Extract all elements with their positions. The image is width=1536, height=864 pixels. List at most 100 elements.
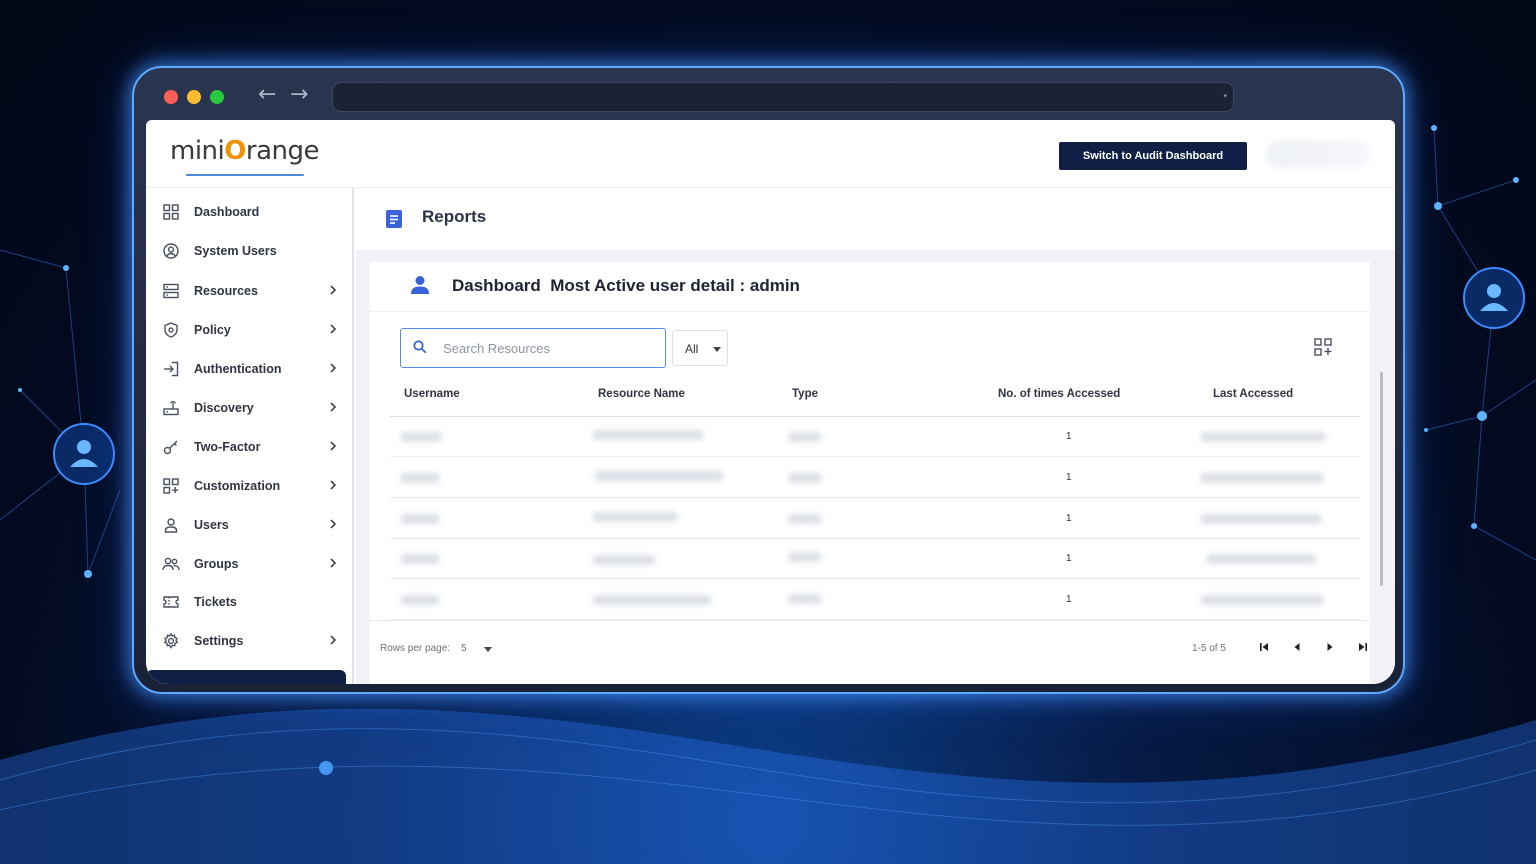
next-page-button[interactable]	[1321, 638, 1339, 656]
times-accessed-cell: 1	[1066, 431, 1072, 442]
user-circle-icon	[162, 242, 180, 260]
table-scrollbar[interactable]	[1380, 372, 1383, 586]
sidebar-item-tickets[interactable]: Tickets	[146, 584, 352, 620]
column-header-type[interactable]: Type	[792, 388, 818, 400]
switch-to-audit-dashboard-button[interactable]: Switch to Audit Dashboard	[1059, 142, 1247, 170]
previous-page-button[interactable]	[1288, 638, 1306, 656]
sidebar-item-groups[interactable]: Groups	[146, 546, 352, 582]
sidebar-item-settings[interactable]: Settings	[146, 623, 352, 659]
chevron-right-icon[interactable]	[326, 400, 340, 414]
redacted-type	[788, 552, 822, 562]
redacted-last-accessed	[1200, 595, 1324, 605]
ticket-icon	[162, 593, 180, 611]
card-title: Dashboard Most Active user detail : admi…	[452, 276, 800, 295]
rows-per-page-label: Rows per page:	[380, 643, 451, 654]
chevron-right-icon[interactable]	[326, 361, 340, 375]
sidebar-item-system-users[interactable]: System Users	[146, 233, 352, 269]
app-viewport: miniOrange Switch to Audit Dashboard Das…	[146, 120, 1395, 684]
table-row[interactable]: 1	[390, 417, 1360, 457]
arrow-left-icon[interactable]: ←	[258, 82, 276, 107]
redacted-last-accessed	[1200, 514, 1322, 524]
miniorange-logo[interactable]: miniOrange	[170, 136, 319, 166]
chevron-right-icon[interactable]	[326, 517, 340, 531]
column-header-times-accessed[interactable]: No. of times Accessed	[998, 388, 1120, 400]
table-row[interactable]: 1	[390, 458, 1360, 498]
sidebar-item-label: Users	[194, 518, 229, 532]
sidebar-item-label: Dashboard	[194, 205, 260, 219]
grid-plus-icon	[162, 477, 180, 495]
table-row[interactable]: 1	[390, 499, 1360, 539]
column-header-username[interactable]: Username	[404, 388, 460, 400]
sidebar-item-two-factor[interactable]: Two-Factor	[146, 429, 352, 465]
add-widget-icon[interactable]	[1314, 338, 1332, 356]
sidebar-item-label: Policy	[194, 323, 231, 337]
redacted-type	[788, 432, 822, 442]
redacted-username	[400, 514, 440, 524]
report-document-icon	[386, 210, 402, 228]
maximize-window-button[interactable]	[210, 90, 224, 104]
table-row[interactable]: 1	[390, 539, 1360, 579]
redacted-username	[400, 432, 442, 442]
sidebar-item-policy[interactable]: Policy	[146, 312, 352, 348]
redacted-resource-name	[592, 430, 704, 440]
sidebar-item-dashboard[interactable]: Dashboard	[146, 194, 352, 230]
last-page-icon	[1359, 643, 1367, 651]
sidebar-item-label: Discovery	[194, 401, 254, 415]
sidebar-item-label: Resources	[194, 284, 258, 298]
sidebar-item-label: Tickets	[194, 595, 237, 609]
arrow-right-icon[interactable]: →	[290, 82, 308, 107]
shield-icon	[162, 321, 180, 339]
times-accessed-cell: 1	[1066, 472, 1072, 483]
sidebar-item-customization[interactable]: Customization	[146, 468, 352, 504]
pagination-bar: Rows per page: 5 1-5 of 5	[370, 620, 1370, 670]
user-profile-menu[interactable]	[1266, 140, 1371, 168]
caret-down-icon[interactable]	[484, 647, 492, 652]
redacted-last-accessed	[1200, 432, 1326, 442]
redacted-resource-name	[592, 555, 656, 565]
sidebar-item-users[interactable]: Users	[146, 507, 352, 543]
logo-suffix: range	[245, 136, 320, 166]
sidebar-item-authentication[interactable]: Authentication	[146, 351, 352, 387]
table-row[interactable]: 1	[390, 580, 1360, 620]
sidebar-item-resources[interactable]: Resources	[146, 273, 352, 309]
app-header: miniOrange Switch to Audit Dashboard	[146, 120, 1395, 188]
sidebar-item-discovery[interactable]: Discovery	[146, 390, 352, 426]
server-icon	[162, 282, 180, 300]
column-header-last-accessed[interactable]: Last Accessed	[1213, 388, 1293, 400]
minimize-window-button[interactable]	[187, 90, 201, 104]
address-bar[interactable]: ▾	[332, 82, 1234, 112]
type-filter-select[interactable]: All	[672, 330, 728, 366]
first-page-button[interactable]	[1255, 638, 1273, 656]
sidebar-item-label: Two-Factor	[194, 440, 261, 454]
user-icon	[162, 516, 180, 534]
redacted-username	[400, 473, 440, 483]
logo-prefix: mini	[170, 136, 225, 166]
redacted-last-accessed	[1206, 554, 1316, 564]
chevron-right-icon[interactable]	[326, 478, 340, 492]
login-icon	[162, 360, 180, 378]
close-window-button[interactable]	[164, 90, 178, 104]
chevron-right-icon[interactable]	[326, 322, 340, 336]
chevron-right-icon[interactable]	[326, 633, 340, 647]
chevron-right-icon[interactable]	[326, 283, 340, 297]
previous-page-icon	[1294, 643, 1300, 651]
first-page-icon	[1260, 643, 1268, 651]
column-header-resource-name[interactable]: Resource Name	[598, 388, 685, 400]
sidebar-item-label: System Users	[194, 244, 277, 258]
chevron-right-icon[interactable]	[326, 556, 340, 570]
sidebar-item-label: Groups	[194, 557, 239, 571]
browser-window: ← → ▾ miniOrange Switch to Audit Dashboa…	[132, 66, 1405, 694]
search-input[interactable]	[443, 338, 653, 358]
rows-per-page-select[interactable]: 5	[461, 643, 467, 654]
redacted-resource-name	[592, 595, 712, 605]
redacted-type	[788, 514, 822, 524]
address-bar-dropdown-icon[interactable]: ▾	[1223, 92, 1227, 100]
chevron-right-icon[interactable]	[326, 439, 340, 453]
redacted-username	[400, 595, 440, 605]
filter-selected-value: All	[685, 342, 699, 356]
last-page-button[interactable]	[1354, 638, 1372, 656]
router-icon	[162, 399, 180, 417]
search-field[interactable]	[400, 328, 666, 368]
sidebar-footer-bar	[146, 670, 346, 684]
user-icon	[411, 276, 429, 294]
